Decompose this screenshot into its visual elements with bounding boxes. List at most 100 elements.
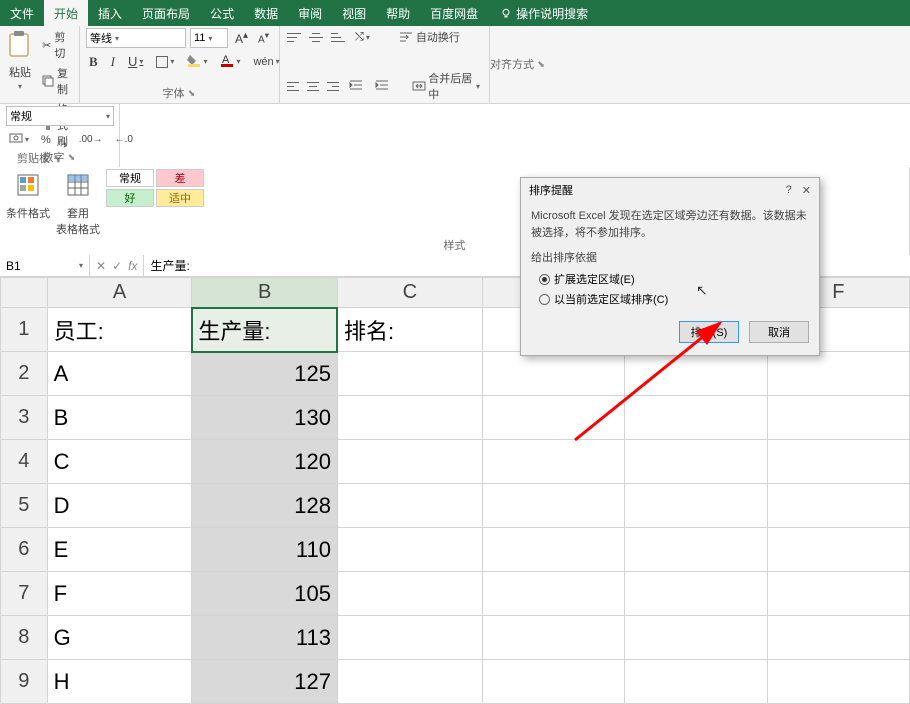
cell[interactable] [767,572,909,616]
format-as-table-icon[interactable] [64,169,92,203]
sort-button[interactable]: 排序(S) [679,321,739,343]
col-header-c[interactable]: C [337,278,482,308]
cell[interactable]: 128 [192,484,338,528]
menu-baidu[interactable]: 百度网盘 [420,0,488,26]
dialog-launcher-icon[interactable]: ⬊ [536,59,546,69]
percent-button[interactable]: % [38,133,54,147]
accounting-format-button[interactable]: ▾ [6,130,32,149]
menu-layout[interactable]: 页面布局 [132,0,200,26]
cell[interactable] [625,528,767,572]
cut-button[interactable]: ✂剪切 [38,28,73,62]
conditional-format-icon[interactable] [14,169,42,203]
menu-help[interactable]: 帮助 [376,0,420,26]
cell[interactable]: 127 [192,660,338,704]
cell-style-bad[interactable]: 差 [156,169,204,187]
font-size-combo[interactable]: 11▾ [190,28,228,48]
cell[interactable]: A [47,352,192,396]
wrap-text-button[interactable]: 自动换行 [395,28,463,46]
cell[interactable] [482,396,625,440]
decrease-font-button[interactable]: A▾ [255,29,272,46]
cell[interactable]: 125 [192,352,338,396]
cell-style-neutral[interactable]: 适中 [156,189,204,207]
number-format-combo[interactable]: 常规▾ [6,106,114,126]
cell[interactable]: 130 [192,396,338,440]
align-left-button[interactable] [286,79,300,93]
cell[interactable]: 105 [192,572,338,616]
bold-button[interactable]: B [86,53,101,71]
row-header[interactable]: 6 [1,528,48,572]
row-header[interactable]: 9 [1,660,48,704]
row-header[interactable]: 2 [1,352,48,396]
phonetic-button[interactable]: wén▾ [250,55,282,69]
cell[interactable] [482,484,625,528]
cell[interactable] [337,396,482,440]
italic-button[interactable]: I [108,53,118,71]
cell[interactable] [337,440,482,484]
cell[interactable] [625,660,767,704]
align-center-button[interactable] [306,79,320,93]
menu-review[interactable]: 审阅 [288,0,332,26]
enter-formula-icon[interactable]: ✓ [112,259,122,273]
cell[interactable] [625,396,767,440]
name-box[interactable]: B1▾ [0,255,90,276]
cell[interactable] [482,660,625,704]
fill-color-button[interactable]: ▾ [184,52,210,71]
cell[interactable]: 120 [192,440,338,484]
dialog-launcher-icon[interactable]: ⬊ [187,88,197,98]
menu-data[interactable]: 数据 [244,0,288,26]
cell[interactable] [625,572,767,616]
underline-button[interactable]: U▾ [125,53,146,70]
menu-home[interactable]: 开始 [44,0,88,26]
help-icon[interactable]: ? [786,184,792,197]
row-header[interactable]: 3 [1,396,48,440]
align-right-button[interactable] [326,79,340,93]
menu-view[interactable]: 视图 [332,0,376,26]
col-header-a[interactable]: A [47,278,192,308]
cell[interactable] [337,484,482,528]
increase-decimal-button[interactable]: .00→ [76,133,106,146]
chevron-down-icon[interactable]: ▾ [18,82,22,91]
dialog-launcher-icon[interactable]: ⬊ [67,152,77,162]
cell-style-good[interactable]: 好 [106,189,154,207]
font-color-button[interactable]: A▾ [217,52,243,71]
increase-font-button[interactable]: A▴ [232,29,251,47]
increase-indent-button[interactable] [372,78,392,95]
cell[interactable] [767,528,909,572]
row-header[interactable]: 8 [1,616,48,660]
cell-style-normal[interactable]: 常规 [106,169,154,187]
cell[interactable] [337,352,482,396]
cell[interactable] [482,352,625,396]
cell[interactable] [625,440,767,484]
cancel-button[interactable]: 取消 [749,321,809,343]
align-top-button[interactable] [286,30,302,44]
cell[interactable] [625,616,767,660]
decrease-decimal-button[interactable]: ←.0 [112,133,136,146]
cell[interactable]: 110 [192,528,338,572]
cell[interactable] [482,440,625,484]
row-header[interactable]: 1 [1,308,48,352]
cell[interactable] [767,616,909,660]
cell[interactable]: C [47,440,192,484]
cancel-formula-icon[interactable]: ✕ [96,259,106,273]
cell[interactable] [337,528,482,572]
menu-insert[interactable]: 插入 [88,0,132,26]
cell[interactable]: 排名: [337,308,482,352]
orientation-button[interactable]: ⤭▾ [352,30,373,45]
cell[interactable] [337,660,482,704]
cell[interactable] [337,572,482,616]
cell[interactable]: D [47,484,192,528]
menu-file[interactable]: 文件 [0,0,44,26]
cell[interactable]: B [47,396,192,440]
cell[interactable]: 113 [192,616,338,660]
cell[interactable]: H [47,660,192,704]
copy-button[interactable]: 复制 [38,64,73,98]
font-name-combo[interactable]: 等线▾ [86,28,186,48]
cell[interactable]: E [47,528,192,572]
comma-button[interactable]: , [60,131,70,149]
cell[interactable] [767,484,909,528]
option-current-selection[interactable]: 以当前选定区域排序(C) [539,291,809,307]
menu-tell-me[interactable]: 操作说明搜索 [488,0,588,26]
cell[interactable] [767,660,909,704]
cell[interactable]: 员工: [47,308,192,352]
cell[interactable] [767,440,909,484]
